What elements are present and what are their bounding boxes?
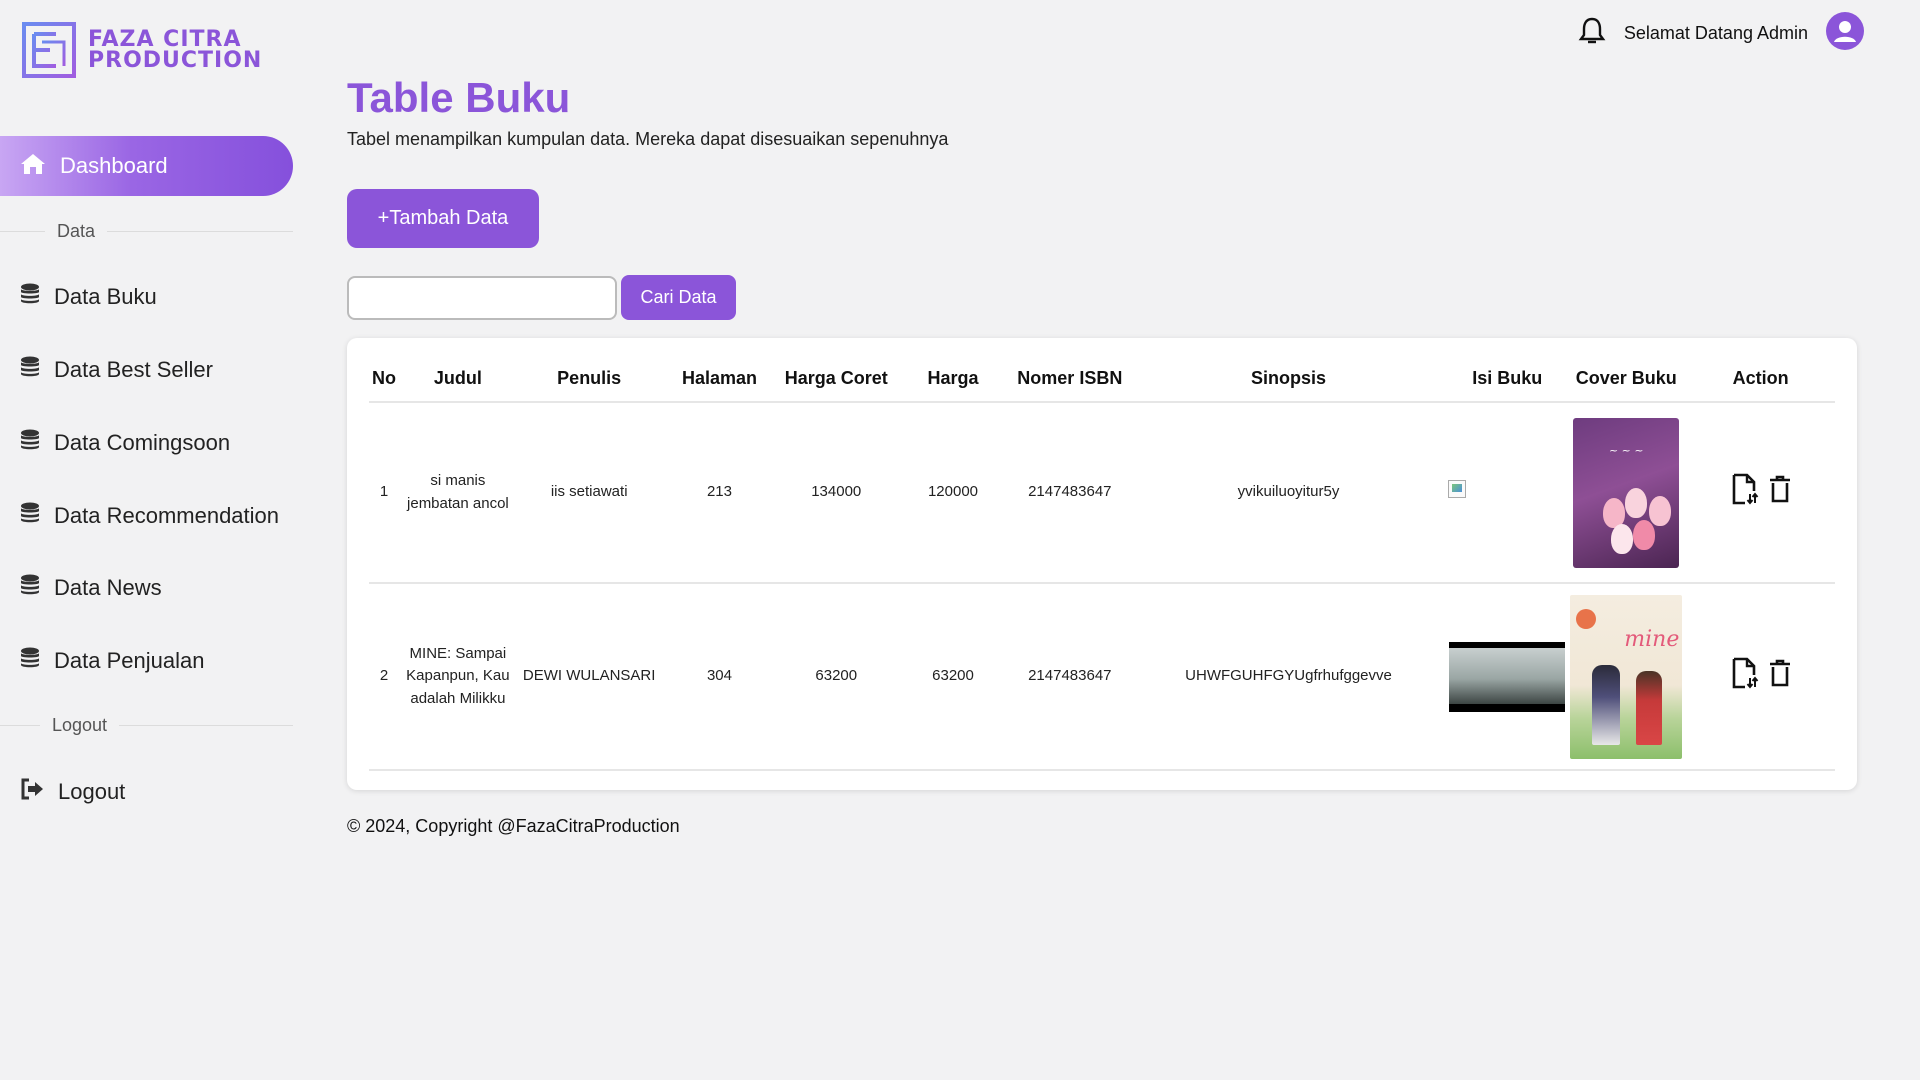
top-bar: Selamat Datang Admin	[1578, 12, 1864, 55]
bell-icon[interactable]	[1578, 16, 1606, 51]
sidebar-item-label: Data Buku	[54, 283, 157, 309]
col-header-isbn: Nomer ISBN	[1010, 356, 1129, 403]
cell-isbn: 2147483647	[1010, 583, 1129, 771]
search-input[interactable]	[347, 276, 617, 320]
col-header-no: No	[369, 356, 399, 403]
book-cover-image: mine	[1570, 594, 1683, 759]
table-header-row: No Judul Penulis Halaman Harga Coret Har…	[369, 356, 1835, 403]
sidebar-item-label: Data Comingsoon	[54, 429, 231, 455]
book-cover-image: ~ ~ ~	[1573, 417, 1680, 568]
col-header-isi-buku: Isi Buku	[1448, 356, 1567, 403]
cell-action	[1686, 402, 1835, 584]
database-icon	[20, 647, 40, 674]
sidebar-item-label: Data Recommendation	[54, 502, 280, 528]
sign-out-icon	[20, 778, 44, 805]
broken-image-icon	[1448, 479, 1467, 498]
search-button[interactable]: Cari Data	[621, 275, 736, 320]
sidebar-item-label: Data Penjualan	[54, 647, 205, 673]
col-header-cover-buku: Cover Buku	[1566, 356, 1687, 403]
edit-file-icon[interactable]	[1731, 657, 1759, 697]
footer-copyright: © 2024, Copyright @FazaCitraProduction	[347, 816, 680, 836]
cell-halaman: 304	[661, 583, 778, 771]
cell-action	[1686, 583, 1835, 771]
cell-isi-buku	[1448, 583, 1567, 771]
cell-penulis: DEWI WULANSARI	[516, 583, 662, 771]
cell-harga: 120000	[895, 402, 1011, 584]
page-title: Table Buku	[347, 74, 571, 121]
database-icon	[20, 429, 40, 456]
col-header-judul: Judul	[398, 356, 517, 403]
book-table: No Judul Penulis Halaman Harga Coret Har…	[369, 356, 1835, 771]
cell-no: 1	[369, 402, 399, 584]
sidebar-item-dashboard[interactable]: Dashboard	[0, 136, 293, 196]
cell-cover-buku: ~ ~ ~	[1566, 402, 1687, 584]
sidebar-item-label: Data News	[54, 574, 162, 600]
sidebar-item-logout[interactable]: Logout	[20, 778, 125, 805]
database-icon	[20, 502, 40, 529]
cell-no: 2	[369, 583, 399, 771]
table-row: 2 MINE: Sampai Kapanpun, Kau adalah Mili…	[369, 583, 1835, 771]
sidebar-item-data-penjualan[interactable]: Data Penjualan	[20, 647, 204, 674]
col-header-penulis: Penulis	[516, 356, 662, 403]
table-row: 1 si manis jembatan ancol iis setiawati …	[369, 402, 1835, 584]
section-label: Logout	[52, 715, 108, 735]
cell-cover-buku: mine	[1566, 583, 1687, 771]
cell-harga-coret: 63200	[777, 583, 896, 771]
section-divider-data: Data	[0, 221, 293, 242]
sidebar-item-data-buku[interactable]: Data Buku	[20, 283, 157, 310]
cell-sinopsis: UHWFGUHFGYUgfrhufggevve	[1128, 583, 1449, 771]
cell-judul: si manis jembatan ancol	[398, 402, 517, 584]
section-label: Data	[57, 221, 96, 241]
cell-judul: MINE: Sampai Kapanpun, Kau adalah Milikk…	[398, 583, 517, 771]
database-icon	[20, 574, 40, 601]
page-subtitle: Tabel menampilkan kumpulan data. Mereka …	[347, 129, 949, 149]
cell-harga-coret: 134000	[777, 402, 896, 584]
trash-icon[interactable]	[1769, 659, 1791, 695]
col-header-action: Action	[1686, 356, 1835, 403]
trash-icon[interactable]	[1769, 475, 1791, 511]
cell-harga: 63200	[895, 583, 1011, 771]
col-header-sinopsis: Sinopsis	[1128, 356, 1449, 403]
sidebar-item-label: Logout	[58, 778, 126, 804]
sidebar-item-data-recommendation[interactable]: Data Recommendation	[20, 502, 279, 529]
sidebar-item-data-news[interactable]: Data News	[20, 574, 162, 601]
section-divider-logout: Logout	[0, 715, 293, 736]
sidebar-item-label: Dashboard	[60, 153, 168, 178]
table-card: No Judul Penulis Halaman Harga Coret Har…	[347, 338, 1857, 790]
logo-mark-icon	[22, 22, 76, 78]
sidebar-item-data-comingsoon[interactable]: Data Comingsoon	[20, 429, 230, 456]
col-header-harga: Harga	[895, 356, 1011, 403]
home-icon	[20, 152, 46, 181]
sidebar-item-data-best-seller[interactable]: Data Best Seller	[20, 356, 213, 383]
cell-sinopsis: yvikuiluoyitur5y	[1128, 402, 1449, 584]
database-icon	[20, 356, 40, 383]
cell-penulis: iis setiawati	[516, 402, 662, 584]
brand-name: FAZA CITRA PRODUCTION	[88, 27, 263, 73]
book-content-thumbnail	[1449, 641, 1566, 712]
user-avatar-icon[interactable]	[1826, 12, 1864, 55]
welcome-text: Selamat Datang Admin	[1623, 23, 1808, 43]
sidebar-item-label: Data Best Seller	[54, 356, 213, 382]
cell-halaman: 213	[661, 402, 778, 584]
edit-file-icon[interactable]	[1731, 473, 1759, 513]
brand-logo: FAZA CITRA PRODUCTION	[22, 22, 262, 78]
col-header-harga-coret: Harga Coret	[777, 356, 896, 403]
add-data-button[interactable]: +Tambah Data	[347, 189, 539, 248]
cell-isbn: 2147483647	[1010, 402, 1129, 584]
database-icon	[20, 283, 40, 310]
cell-isi-buku	[1448, 402, 1567, 584]
col-header-halaman: Halaman	[661, 356, 778, 403]
